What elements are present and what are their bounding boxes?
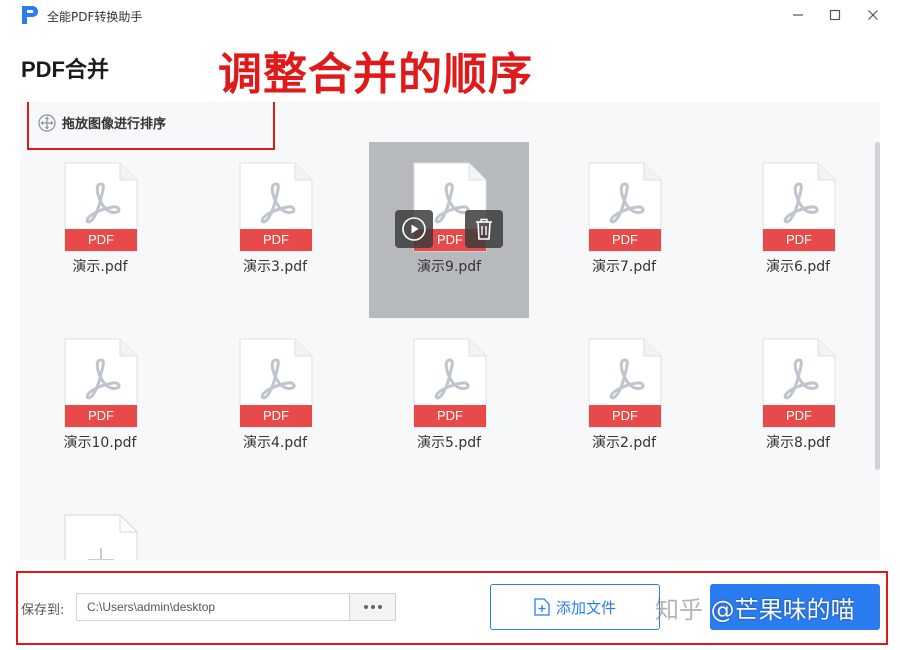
browse-folder-button[interactable]: [349, 593, 396, 621]
page-title: PDF合并: [21, 57, 110, 82]
save-to-label: 保存到:: [21, 603, 65, 618]
add-file-tile[interactable]: [64, 514, 138, 560]
file-item[interactable]: PDF 演示4.pdf: [195, 318, 355, 494]
vertical-scrollbar[interactable]: [875, 142, 880, 470]
file-name: 演示2.pdf: [591, 435, 657, 451]
add-file-button[interactable]: 添加文件: [490, 584, 660, 630]
file-item[interactable]: PDF 演示9.pdf: [369, 142, 529, 318]
file-item[interactable]: PDF 演示6.pdf: [718, 142, 878, 318]
file-name: 演示7.pdf: [591, 259, 657, 275]
file-item[interactable]: PDF 演示2.pdf: [544, 318, 704, 494]
watermark: 知乎 @芒果味的喵: [655, 590, 855, 625]
trash-icon: [476, 218, 492, 240]
watermark-site: 知乎: [655, 596, 703, 624]
add-file-label: 添加文件: [555, 598, 616, 617]
file-item[interactable]: PDF 演示7.pdf: [544, 142, 704, 318]
file-name: 演示10.pdf: [63, 435, 137, 451]
pdf-badge-label: PDF: [263, 232, 289, 247]
pdf-badge-label: PDF: [88, 232, 114, 247]
maximize-icon: [829, 9, 841, 21]
close-icon: [868, 10, 878, 20]
file-name: 演示4.pdf: [242, 435, 308, 451]
play-icon: [402, 217, 426, 241]
app-title: 全能PDF转换助手: [47, 10, 143, 24]
title-bar: 全能PDF转换助手: [0, 0, 900, 30]
file-grid: 拖放图像进行排序 PDF 演示.pdf PDF 演示3.pdf PDF 演示9.pdf PD…: [20, 102, 880, 560]
annotation-text: 调整合并的顺序: [218, 49, 533, 100]
more-dots-icon: [363, 605, 368, 609]
app-logo-icon: [22, 6, 38, 24]
file-item[interactable]: PDF 演示.pdf: [20, 142, 180, 318]
file-name: 演示8.pdf: [765, 435, 831, 451]
minimize-button[interactable]: [785, 4, 811, 26]
watermark-author: @芒果味的喵: [710, 596, 855, 624]
file-name: 演示.pdf: [72, 259, 128, 275]
file-name: 演示3.pdf: [242, 259, 308, 275]
close-button[interactable]: [860, 4, 886, 26]
pdf-badge-label: PDF: [263, 408, 289, 423]
pdf-badge-label: PDF: [612, 408, 638, 423]
file-item[interactable]: PDF 演示3.pdf: [195, 142, 355, 318]
maximize-button[interactable]: [822, 4, 848, 26]
minimize-icon: [793, 14, 803, 16]
pdf-badge-label: PDF: [88, 408, 114, 423]
app-window: 全能PDF转换助手 PDF合并 调整合并的顺序 拖放图像进行排序 PDF 演示.p…: [0, 0, 900, 650]
file-name: 演示5.pdf: [416, 435, 482, 451]
preview-button[interactable]: [395, 210, 433, 248]
pdf-badge-label: PDF: [612, 232, 638, 247]
save-path-input[interactable]: [76, 593, 350, 621]
pdf-badge-label: PDF: [786, 232, 812, 247]
file-name: 演示9.pdf: [416, 259, 482, 275]
pdf-badge-label: PDF: [786, 408, 812, 423]
add-document-icon: [534, 598, 550, 616]
file-item[interactable]: PDF 演示10.pdf: [20, 318, 180, 494]
file-name: 演示6.pdf: [765, 259, 831, 275]
file-item[interactable]: PDF 演示5.pdf: [369, 318, 529, 494]
file-item[interactable]: PDF 演示8.pdf: [718, 318, 878, 494]
delete-button[interactable]: [465, 210, 503, 248]
pdf-badge-label: PDF: [437, 408, 463, 423]
